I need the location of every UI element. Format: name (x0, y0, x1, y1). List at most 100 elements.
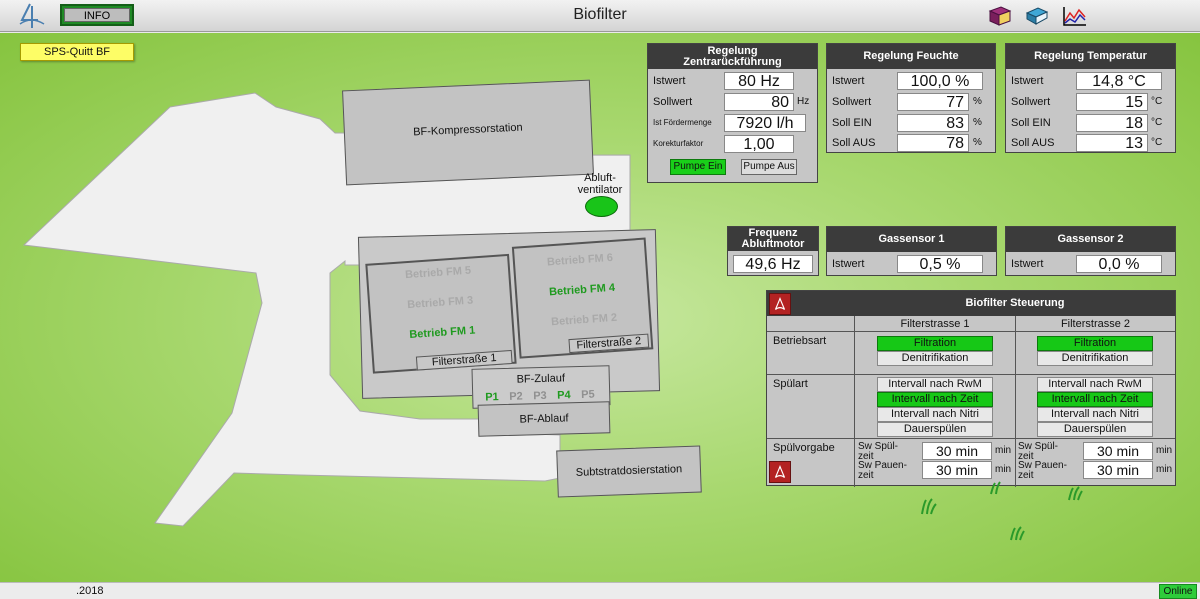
fs2-denitrifikation-button[interactable]: Denitrifikation (1037, 351, 1153, 366)
panel-title: Regelung Zentrarückführung (648, 44, 817, 69)
steuerung-header: Biofilter Steuerung (767, 291, 1175, 316)
rf-sollwert-input[interactable]: 77 (897, 93, 969, 111)
fs1-intervall-rwm-button[interactable]: Intervall nach RwM (877, 377, 993, 392)
rz-korrektur-label: Korekturfaktor (653, 139, 704, 148)
pump-p1[interactable]: P1 (485, 391, 499, 403)
col-filterstrasse-2: Filterstrasse 2 (1060, 318, 1131, 330)
rt-istwert-row: Istwert 14,8 °C (1006, 72, 1177, 90)
filterstrasse-2-label: Filterstraße 2 (568, 333, 650, 354)
abluft-ventilator-indicator[interactable] (585, 196, 618, 217)
rz-istwert-value: 80 Hz (724, 72, 794, 90)
pump-p5[interactable]: P5 (581, 389, 595, 401)
rt-sollwert-input[interactable]: 15 (1076, 93, 1148, 111)
pdf-icon[interactable] (769, 461, 791, 483)
fs2-filtration-button[interactable]: Filtration (1037, 336, 1153, 351)
rt-soll-ein-row: Soll EIN 18 °C (1006, 114, 1177, 132)
panel-title: Gassensor 1 (827, 227, 996, 252)
panel-title: Regelung Feuchte (827, 44, 995, 69)
pumpe-ein-button[interactable]: Pumpe Ein (670, 159, 726, 175)
rf-soll-ein-label: Soll EIN (832, 117, 872, 129)
fs1-intervall-nitri-button[interactable]: Intervall nach Nitri (877, 407, 993, 422)
fs1-spuelzeit-input[interactable]: 30 min (922, 442, 992, 460)
rz-korrektur-row: Korekturfaktor 1,00 (648, 135, 819, 153)
fs1-pausenzeit-input[interactable]: 30 min (922, 461, 992, 479)
rf-soll-aus-unit: % (973, 137, 982, 148)
rf-sollwert-unit: % (973, 96, 982, 107)
fs2-intervall-nitri-button[interactable]: Intervall nach Nitri (1037, 407, 1153, 422)
fs2-spuelzeit-unit: min (1156, 445, 1173, 456)
pumpe-aus-button[interactable]: Pumpe Aus (741, 159, 797, 175)
rf-soll-ein-input[interactable]: 83 (897, 114, 969, 132)
grass-icon (1010, 526, 1025, 541)
rz-foerdermenge-value: 7920 l/h (724, 114, 806, 132)
rt-soll-aus-input[interactable]: 13 (1076, 134, 1148, 152)
rt-soll-aus-label: Soll AUS (1011, 137, 1055, 149)
fs2-spuelzeit-input[interactable]: 30 min (1083, 442, 1153, 460)
main-area: SPS-Quitt BF BF-Kompressorstation Abluft… (0, 33, 1200, 582)
fs2-intervall-zeit-button[interactable]: Intervall nach Zeit (1037, 392, 1153, 407)
steuerung-title: Biofilter Steuerung (965, 297, 1065, 309)
substratdosierstation[interactable]: Subtstratdosierstation (556, 445, 702, 498)
rt-soll-ein-label: Soll EIN (1011, 117, 1051, 129)
fs1-filtration-button[interactable]: Filtration (877, 336, 993, 351)
fs2-pausenzeit-input[interactable]: 30 min (1083, 461, 1153, 479)
rt-istwert-label: Istwert (1011, 75, 1044, 87)
panel-gassensor-2: Gassensor 2 Istwert 0,0 % (1005, 226, 1176, 276)
rf-soll-aus-row: Soll AUS 78 % (827, 134, 997, 152)
panel-regelung-temperatur: Regelung Temperatur Istwert 14,8 °C Soll… (1005, 43, 1176, 153)
zulauf-label: BF-Zulauf (516, 372, 566, 386)
books-icon[interactable] (1024, 5, 1050, 27)
book-icon[interactable] (987, 5, 1013, 27)
pump-p2[interactable]: P2 (509, 390, 523, 402)
divider (1015, 316, 1016, 487)
panel-biofilter-steuerung: Biofilter Steuerung Filterstrasse 1 Filt… (766, 290, 1176, 487)
panel-title: Frequenz Abluftmotor (728, 227, 818, 251)
betriebsart-label: Betriebsart (773, 335, 827, 347)
rz-sollwert-input[interactable]: 80 (724, 93, 794, 111)
fs2-intervall-rwm-button[interactable]: Intervall nach RwM (1037, 377, 1153, 392)
fm-6-label: Betrieb FM 6 (546, 251, 614, 269)
rf-soll-ein-unit: % (973, 117, 982, 128)
date-label: .2018 (76, 585, 104, 597)
spuelvorgabe-label: Spülvorgabe (773, 442, 835, 454)
rt-soll-ein-input[interactable]: 18 (1076, 114, 1148, 132)
pump-p3[interactable]: P3 (533, 390, 547, 402)
rz-sollwert-row: Sollwert 80 Hz (648, 93, 819, 111)
pump-p4[interactable]: P4 (557, 389, 571, 401)
rt-istwert-value: 14,8 °C (1076, 72, 1162, 90)
fm-4-label: Betrieb FM 4 (548, 281, 616, 299)
fs1-intervall-zeit-button[interactable]: Intervall nach Zeit (877, 392, 993, 407)
ablauf-label: BF-Ablauf (519, 412, 569, 426)
fs1-pausenzeit-label: Sw Pauen- zeit (858, 460, 907, 481)
fm-3-label: Betrieb FM 3 (406, 294, 474, 312)
rf-soll-aus-label: Soll AUS (832, 137, 876, 149)
gs1-istwert-label: Istwert (832, 258, 865, 270)
kompressor-station[interactable]: BF-Kompressorstation (342, 79, 594, 186)
fs1-spuelzeit-unit: min (995, 445, 1012, 456)
trend-chart-icon[interactable] (1062, 5, 1088, 27)
fs1-spuelzeit-label: Sw Spül- zeit (858, 441, 899, 462)
rt-sollwert-label: Sollwert (1011, 96, 1051, 108)
frequenz-value: 49,6 Hz (733, 255, 813, 273)
fs1-pausenzeit-unit: min (995, 464, 1012, 475)
rf-istwert-row: Istwert 100,0 % (827, 72, 997, 90)
panel-regelung-zentrarueckfuehrung: Regelung Zentrarückführung Istwert 80 Hz… (647, 43, 818, 183)
fs1-dauerspuelen-button[interactable]: Dauerspülen (877, 422, 993, 437)
rz-foerdermenge-row: Ist Fördermenge 7920 l/h (648, 114, 819, 132)
fs2-dauerspuelen-button[interactable]: Dauerspülen (1037, 422, 1153, 437)
filterstrasse-1-block[interactable]: Betrieb FM 5 Betrieb FM 3 Betrieb FM 1 F… (365, 253, 517, 374)
top-bar: INFO Biofilter (0, 0, 1200, 32)
fm-5-label: Betrieb FM 5 (404, 264, 472, 282)
rf-istwert-value: 100,0 % (897, 72, 983, 90)
bf-ablauf[interactable]: BF-Ablauf (477, 401, 611, 437)
fm-1-label: Betrieb FM 1 (408, 324, 476, 342)
rz-istwert-row: Istwert 80 Hz (648, 72, 819, 90)
filterstrasse-2-block[interactable]: Betrieb FM 6 Betrieb FM 4 Betrieb FM 2 F… (511, 237, 654, 359)
divider (767, 331, 1175, 332)
rz-korrektur-input[interactable]: 1,00 (724, 135, 794, 153)
rf-sollwert-row: Sollwert 77 % (827, 93, 997, 111)
substrat-label: Subtstratdosierstation (575, 463, 683, 479)
fs1-denitrifikation-button[interactable]: Denitrifikation (877, 351, 993, 366)
pdf-icon[interactable] (769, 293, 791, 315)
rf-soll-aus-input[interactable]: 78 (897, 134, 969, 152)
